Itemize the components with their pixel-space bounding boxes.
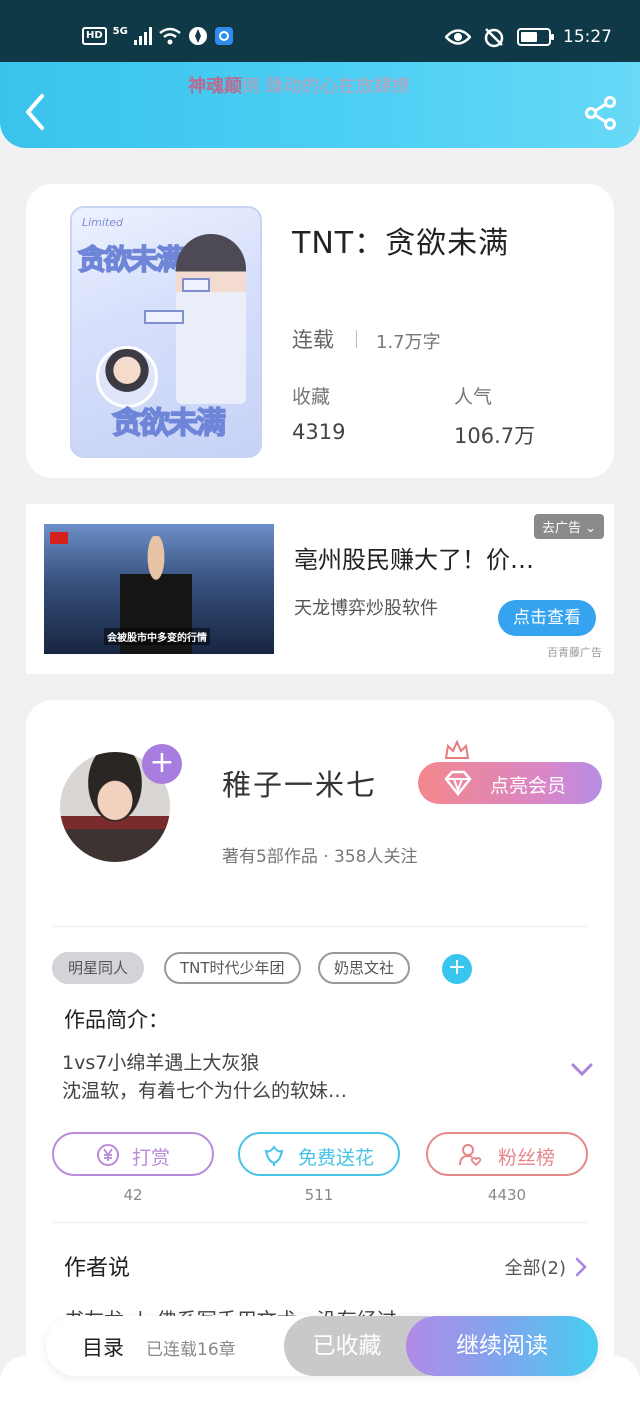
continue-reading-button[interactable]: 继续阅读 — [406, 1316, 598, 1376]
header: 神魂颠倒 躁动的心在放肆撩 — [0, 62, 640, 148]
send-flower-label: 免费送花 — [298, 1147, 375, 1169]
vip-label: 点亮会员 — [490, 775, 567, 797]
status-bar: HD 5G 15:27 — [0, 0, 640, 62]
chevron-left-icon[interactable] — [20, 92, 50, 132]
book-cover[interactable]: Limited 贪欲未满 贪欲未满 — [70, 206, 262, 458]
fan-ranking-button[interactable]: 粉丝榜 — [426, 1132, 588, 1176]
eye-icon — [445, 29, 471, 45]
compass-icon — [188, 27, 207, 45]
share-icon[interactable] — [584, 96, 618, 130]
intro-line: 沈温软，有着七个为什么的软妹… — [62, 1080, 348, 1102]
author-name[interactable]: 稚子一米七 — [222, 762, 377, 804]
ad-banner[interactable]: 会被股市中多变的行情 去广告 ⌄ 亳州股民赚大了！价… 天龙博弈炒股软件 点击查… — [26, 504, 614, 674]
tag-chip[interactable]: 明星同人 — [52, 952, 145, 984]
intro-line: 1vs7小绵羊遇上大灰狼 — [62, 1052, 260, 1074]
ad-description: 天龙博弈炒股软件 — [294, 598, 438, 619]
crown-icon — [444, 740, 470, 759]
reward-label: 打赏 — [132, 1147, 171, 1169]
add-tag-icon[interactable]: + — [442, 954, 472, 984]
divider — [52, 1222, 588, 1223]
word-count: 1.7万字 — [376, 332, 441, 353]
ad-caption: 会被股市中多变的行情 — [104, 628, 210, 645]
network-label: 5G — [112, 25, 128, 37]
reward-button[interactable]: 打赏 — [52, 1132, 214, 1176]
author-says-heading: 作者说 — [64, 1256, 131, 1281]
tag-chip[interactable]: 奶思文社 — [318, 952, 411, 984]
chapter-count: 已连载16章 — [146, 1340, 236, 1360]
serial-status: 连载 — [292, 328, 334, 352]
book-info-card: Limited 贪欲未满 贪欲未满 TNT：贪欲未满 连载 1.7万字 收藏 4… — [26, 184, 614, 478]
yen-coin-icon — [97, 1144, 119, 1166]
flower-count: 511 — [304, 1186, 334, 1204]
signal-icon — [133, 27, 152, 45]
divider — [52, 926, 588, 927]
popularity-label: 人气 — [454, 386, 493, 408]
user-heart-icon — [459, 1144, 482, 1167]
ad-view-button[interactable]: 点击查看 — [498, 600, 596, 636]
clock: 15:27 — [563, 27, 612, 47]
app-notification-icon — [214, 27, 233, 45]
hd-badge: HD — [82, 27, 107, 45]
cover-figure — [176, 234, 246, 404]
chevron-down-icon: ⌄ — [585, 521, 596, 536]
battery-icon — [517, 28, 554, 46]
alarm-off-icon — [484, 28, 504, 48]
ad-title[interactable]: 亳州股民赚大了！价… — [294, 540, 534, 575]
ad-image[interactable]: 会被股市中多变的行情 — [44, 524, 274, 654]
tag-chip[interactable]: TNT时代少年团 — [164, 952, 301, 984]
collect-label: 收藏 — [292, 386, 331, 408]
vip-button[interactable]: 点亮会员 — [418, 740, 602, 804]
fan-ranking-label: 粉丝榜 — [498, 1147, 556, 1169]
intro-heading: 作品简介： — [64, 1008, 169, 1032]
marquee-text: 神魂颠倒 躁动的心在放肆撩 — [188, 76, 410, 97]
cover-title-bottom: 贪欲未满 — [111, 405, 227, 442]
author-card: + 稚子一米七 点亮会员 著有5部作品 · 358人关注 明星同人 TNT时代少… — [26, 700, 614, 1422]
separator — [356, 330, 357, 348]
remove-ad-button[interactable]: 去广告 ⌄ — [533, 514, 604, 539]
collect-value: 4319 — [292, 420, 346, 444]
wifi-icon — [159, 27, 181, 45]
cover-tagline: Limited — [82, 216, 124, 229]
flower-icon — [264, 1145, 284, 1166]
reward-count: 42 — [123, 1186, 143, 1204]
diamond-icon — [444, 770, 472, 796]
cover-title-top: 贪欲未满 — [77, 242, 185, 277]
expand-chevron-icon[interactable] — [570, 1062, 594, 1078]
bottom-action-bar: 目录 已连载16章 已收藏 继续阅读 — [46, 1316, 598, 1376]
toc-button[interactable]: 目录 — [82, 1332, 124, 1362]
ad-source: 百青藤广告 — [547, 646, 602, 659]
fan-count: 4430 — [487, 1186, 527, 1204]
follow-plus-icon[interactable]: + — [142, 744, 182, 784]
send-flower-button[interactable]: 免费送花 — [238, 1132, 400, 1176]
book-title: TNT：贪欲未满 — [292, 226, 510, 261]
view-all-link[interactable]: 全部(2) — [505, 1254, 567, 1280]
author-meta: 著有5部作品 · 358人关注 — [222, 847, 418, 867]
ad-logo — [50, 532, 68, 544]
chevron-right-icon[interactable] — [574, 1256, 588, 1278]
popularity-value: 106.7万 — [454, 424, 536, 448]
